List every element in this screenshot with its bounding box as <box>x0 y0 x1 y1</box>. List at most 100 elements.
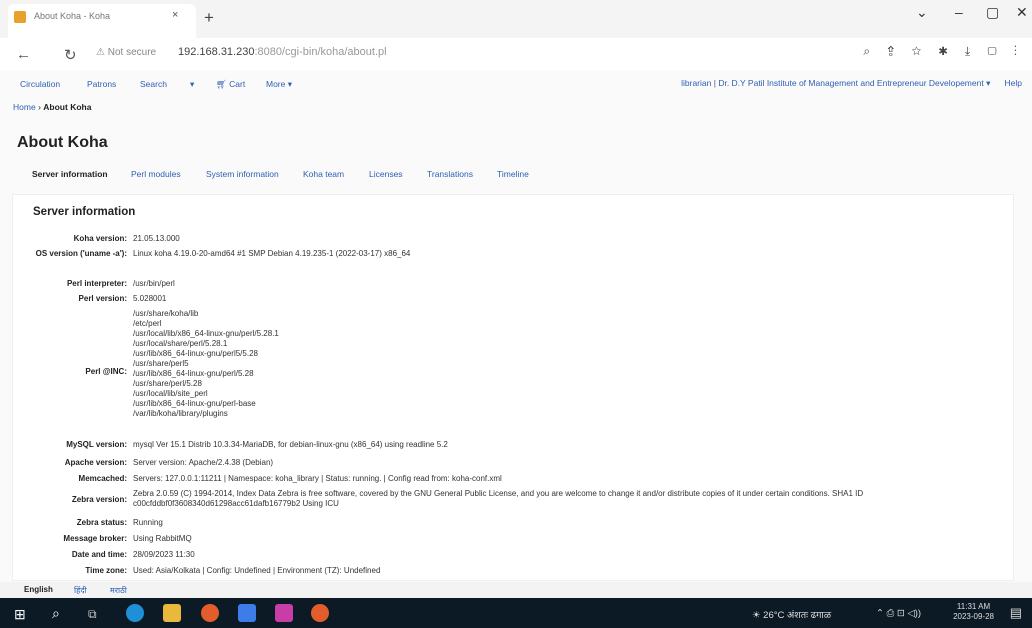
nav-search[interactable]: Search <box>140 79 167 89</box>
tab-title: About Koha - Koha <box>34 11 111 21</box>
memcached-value: Servers: 127.0.0.1:11211 | Namespace: ko… <box>133 474 502 483</box>
tab-licenses[interactable]: Licenses <box>369 169 403 179</box>
lang-hindi[interactable]: हिंदी <box>74 585 87 596</box>
chrome-icon-active[interactable] <box>311 604 329 622</box>
breadcrumb-home[interactable]: Home <box>13 102 36 112</box>
maximize-icon[interactable]: ▢ <box>986 4 999 21</box>
task-view-icon[interactable]: ⧉ <box>88 607 106 625</box>
os-version-label: OS version ('uname -a'): <box>35 249 127 258</box>
browser-tab[interactable] <box>8 4 196 38</box>
weather-text: 26°C अंशतः ढगाळ <box>763 610 832 621</box>
reload-icon[interactable]: ↻ <box>64 46 77 64</box>
mysql-version-value: mysql Ver 15.1 Distrib 10.3.34-MariaDB, … <box>133 440 448 449</box>
system-tray-icons[interactable]: ⌃ ⎙ ⊡ ◁)) <box>876 608 921 619</box>
minimize-icon[interactable]: – <box>955 4 963 20</box>
apache-version-label: Apache version: <box>64 458 127 467</box>
time-zone-value: Used: Asia/Kolkata | Config: Undefined |… <box>133 566 381 575</box>
tab-close-icon[interactable]: × <box>172 9 178 21</box>
user-library-bar: librarian | Dr. D.Y Patil Institute of M… <box>681 78 1022 89</box>
cart-label: Cart <box>229 79 246 89</box>
koha-favicon-icon <box>14 11 26 23</box>
perl-inc-path: /usr/lib/x86_64-linux-gnu/perl5/5.28 <box>133 349 258 358</box>
os-version-value: Linux koha 4.19.0-20-amd64 #1 SMP Debian… <box>133 249 411 258</box>
user-link[interactable]: librarian <box>681 78 711 88</box>
perl-interpreter-value: /usr/bin/perl <box>133 279 175 288</box>
perl-inc-list: /usr/share/koha/lib /etc/perl /usr/local… <box>133 309 1003 419</box>
library-selector[interactable]: Dr. D.Y Patil Institute of Management an… <box>718 78 990 88</box>
section-title: Server information <box>33 206 136 218</box>
perl-inc-path: /var/lib/koha/library/plugins <box>133 409 228 418</box>
zebra-status-value: Running <box>133 518 163 527</box>
zebra-version-line1: Zebra 2.0.59 (C) 1994-2014, Index Data Z… <box>133 489 864 498</box>
search-icon[interactable]: ⌕ <box>52 605 70 623</box>
clock-time: 11:31 AM <box>956 602 991 611</box>
perl-interpreter-label: Perl interpreter: <box>66 279 127 288</box>
zebra-version-line2: c00cfddbf0f3608340d61298acc61dafb16779b2… <box>133 499 339 508</box>
perl-inc-path: /usr/local/share/perl/5.28.1 <box>133 339 228 348</box>
perl-version-value: 5.028001 <box>133 294 167 303</box>
page-title: About Koha <box>17 134 108 151</box>
weather-icon: ☀ <box>752 610 761 621</box>
nav-more[interactable]: More ▾ <box>266 79 292 90</box>
nav-circulation[interactable]: Circulation <box>20 79 60 89</box>
tab-translations[interactable]: Translations <box>427 169 473 179</box>
zebra-status-label: Zebra status: <box>76 518 127 527</box>
close-window-icon[interactable]: ✕ <box>1016 4 1028 21</box>
nav-patrons[interactable]: Patrons <box>87 79 116 89</box>
back-icon[interactable]: ← <box>16 46 31 63</box>
chrome-icon[interactable] <box>201 604 219 622</box>
breadcrumb-current: About Koha <box>43 102 92 112</box>
lang-english[interactable]: English <box>24 585 53 594</box>
notification-icon[interactable]: ▤ <box>1010 605 1022 621</box>
tab-koha-team[interactable]: Koha team <box>303 169 344 179</box>
time-zone-label: Time zone: <box>85 566 127 575</box>
breadcrumb-separator: › <box>38 102 41 112</box>
zebra-version-label: Zebra version: <box>71 495 127 504</box>
lang-marathi[interactable]: मराठी <box>110 585 127 596</box>
date-time-value: 28/09/2023 11:30 <box>133 550 195 559</box>
breadcrumb: Home › About Koha <box>13 102 91 112</box>
koha-version-label: Koha version: <box>73 234 127 243</box>
weather-widget[interactable]: ☀ 26°C अंशतः ढगाळ <box>752 608 831 621</box>
edge-icon[interactable] <box>126 604 144 622</box>
tab-timeline[interactable]: Timeline <box>497 169 529 179</box>
koha-version-value: 21.05.13.000 <box>133 234 180 243</box>
clock-date: 2023-09-28 <box>953 612 994 621</box>
date-time-label: Date and time: <box>71 550 127 559</box>
memcached-label: Memcached: <box>78 474 127 483</box>
taskbar-clock[interactable]: 11:31 AM 2023-09-28 <box>953 602 994 622</box>
perl-inc-path: /usr/local/lib/x86_64-linux-gnu/perl/5.2… <box>133 329 279 338</box>
search-dropdown-icon[interactable]: ▾ <box>190 79 194 90</box>
url-field[interactable]: 192.168.31.230:8080/cgi-bin/koha/about.p… <box>178 46 387 58</box>
message-broker-value: Using RabbitMQ <box>133 534 192 543</box>
app-icon-2[interactable] <box>275 604 293 622</box>
apache-version-value: Server version: Apache/2.4.38 (Debian) <box>133 458 274 467</box>
tab-server-information[interactable]: Server information <box>32 169 108 179</box>
tab-perl-modules[interactable]: Perl modules <box>131 169 181 179</box>
cart-icon: 🛒︎ <box>216 79 227 89</box>
tab-system-information[interactable]: System information <box>206 169 279 179</box>
url-host: 192.168.31.230 <box>178 46 255 58</box>
not-secure-indicator[interactable]: ⚠ Not secure <box>96 47 156 58</box>
perl-inc-path: /usr/share/perl/5.28 <box>133 379 202 388</box>
new-tab-icon[interactable]: + <box>204 8 214 28</box>
perl-inc-path: /usr/lib/x86_64-linux-gnu/perl/5.28 <box>133 369 254 378</box>
browser-toolbar-icons[interactable]: ⌕ ⇪ ☆ ✱ ⤓ ▢ ⋮ <box>863 44 1024 59</box>
perl-inc-path: /usr/share/perl5 <box>133 359 189 368</box>
file-explorer-icon[interactable] <box>163 604 181 622</box>
windows-start-icon[interactable]: ⊞ <box>14 606 32 624</box>
help-link[interactable]: Help <box>1005 78 1022 88</box>
zebra-version-value: Zebra 2.0.59 (C) 1994-2014, Index Data Z… <box>133 489 1003 509</box>
not-secure-label: Not secure <box>107 47 157 58</box>
perl-inc-path: /usr/local/lib/site_perl <box>133 389 208 398</box>
tab-search-chevron-icon[interactable]: ⌄ <box>916 4 928 21</box>
perl-version-label: Perl version: <box>78 294 127 303</box>
language-bar <box>0 582 1032 598</box>
mysql-version-label: MySQL version: <box>66 440 127 449</box>
perl-inc-label: Perl @INC: <box>85 367 127 376</box>
perl-inc-path: /etc/perl <box>133 319 162 328</box>
nav-cart[interactable]: 🛒︎ Cart <box>216 79 245 90</box>
user-separator: | <box>713 78 716 88</box>
app-icon[interactable] <box>238 604 256 622</box>
url-path: :8080/cgi-bin/koha/about.pl <box>254 46 387 58</box>
